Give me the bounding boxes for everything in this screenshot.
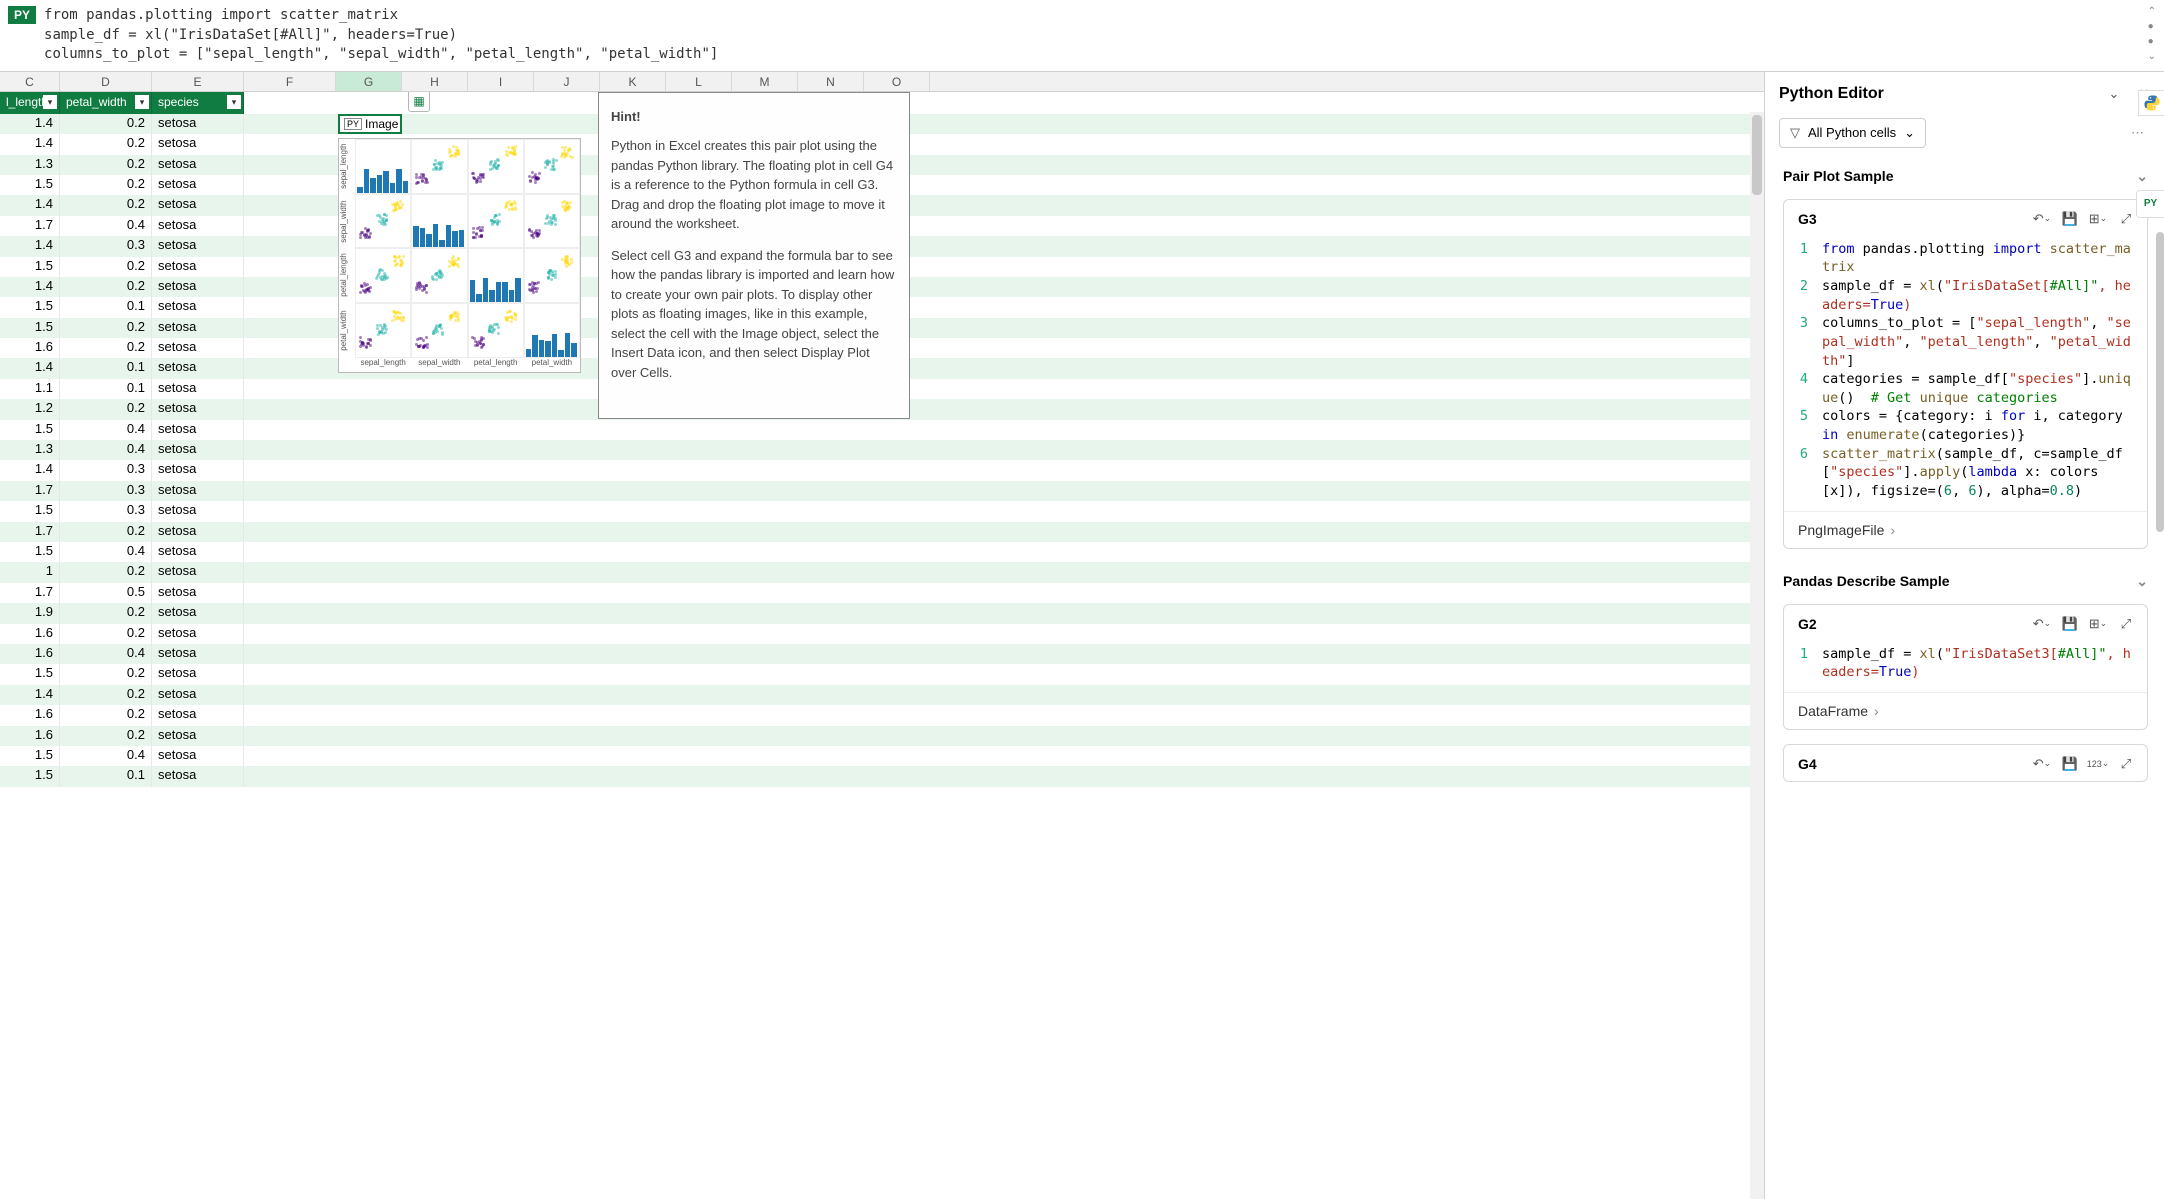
- table-row[interactable]: 1.70.5setosa: [0, 583, 1764, 603]
- expand-icon[interactable]: ⤢: [2115, 613, 2137, 635]
- panel-title: Python Editor: [1779, 85, 2094, 103]
- expand-icon[interactable]: ⤢: [2115, 208, 2137, 230]
- table-row[interactable]: 1.50.3setosa: [0, 501, 1764, 521]
- table-row[interactable]: 1.50.2setosa: [0, 664, 1764, 684]
- table-row[interactable]: 1.50.4setosa: [0, 420, 1764, 440]
- vertical-scrollbar[interactable]: [1750, 112, 1764, 1199]
- hint-box: Hint! Python in Excel creates this pair …: [598, 92, 910, 419]
- column-header-K[interactable]: K: [600, 72, 666, 91]
- python-cell-card: G4 ↶⌄ 💾 123⌄ ⤢: [1783, 744, 2148, 782]
- python-editor-panel: Python Editor ⌄ ✕ PY ▽ All Python cells …: [1764, 72, 2164, 1199]
- save-icon[interactable]: 💾: [2059, 753, 2081, 775]
- python-object-icon: PY: [344, 118, 362, 130]
- cell-filter-dropdown[interactable]: ▽ All Python cells ⌄: [1779, 118, 1926, 148]
- table-header-petal-width[interactable]: petal_width▾: [60, 92, 152, 114]
- panel-scrollbar[interactable]: [2156, 232, 2164, 1189]
- python-logo-tab[interactable]: [2138, 90, 2164, 116]
- formula-bar-expand[interactable]: ⌃●●⌄: [2148, 6, 2156, 65]
- selected-cell-g3[interactable]: PY Image: [338, 114, 402, 134]
- table-row[interactable]: 1.30.4setosa: [0, 440, 1764, 460]
- spreadsheet[interactable]: CDEFGHIJKLMNO l_length▾ petal_width▾ spe…: [0, 72, 1764, 1199]
- table-row[interactable]: 1.70.3setosa: [0, 481, 1764, 501]
- python-badge: PY: [8, 6, 36, 24]
- save-icon[interactable]: 💾: [2059, 613, 2081, 635]
- column-header-E[interactable]: E: [152, 72, 244, 91]
- cell-reference: G2: [1798, 616, 2025, 632]
- table-row[interactable]: 1.50.4setosa: [0, 746, 1764, 766]
- filter-dropdown-icon[interactable]: ▾: [135, 95, 149, 109]
- column-header-H[interactable]: H: [402, 72, 468, 91]
- column-header-N[interactable]: N: [798, 72, 864, 91]
- formula-bar[interactable]: PY from pandas.plotting import scatter_m…: [0, 0, 2164, 72]
- table-row[interactable]: 1.90.2setosa: [0, 603, 1764, 623]
- python-edit-tab[interactable]: PY: [2136, 190, 2164, 218]
- cell-output[interactable]: PngImageFile›: [1784, 511, 2147, 548]
- table-row[interactable]: 1.40.2setosa: [0, 685, 1764, 705]
- chevron-down-icon: ⌄: [2136, 573, 2148, 590]
- table-row[interactable]: 1.70.2setosa: [0, 522, 1764, 542]
- undo-icon[interactable]: ↶⌄: [2031, 613, 2053, 635]
- save-icon[interactable]: 💾: [2059, 208, 2081, 230]
- undo-icon[interactable]: ↶⌄: [2031, 753, 2053, 775]
- undo-icon[interactable]: ↶⌄: [2031, 208, 2053, 230]
- table-row[interactable]: 1.60.2setosa: [0, 624, 1764, 644]
- table-row[interactable]: 1.60.2setosa: [0, 705, 1764, 725]
- column-header-L[interactable]: L: [666, 72, 732, 91]
- filter-icon: ▽: [1790, 125, 1800, 141]
- hint-paragraph-2: Select cell G3 and expand the formula ba…: [611, 246, 897, 383]
- table-row[interactable]: 1.60.4setosa: [0, 644, 1764, 664]
- table-row[interactable]: 1.60.2setosa: [0, 726, 1764, 746]
- column-header-J[interactable]: J: [534, 72, 600, 91]
- table-header-petal-length[interactable]: l_length▾: [0, 92, 60, 114]
- table-row[interactable]: 1.50.1setosa: [0, 766, 1764, 786]
- column-header-M[interactable]: M: [732, 72, 798, 91]
- chevron-right-icon: ›: [1890, 522, 1895, 538]
- column-header-D[interactable]: D: [60, 72, 152, 91]
- output-mode-toggle[interactable]: 123⌄: [2087, 753, 2109, 775]
- column-header-I[interactable]: I: [468, 72, 534, 91]
- section-header[interactable]: Pair Plot Sample⌄: [1777, 158, 2154, 195]
- cell-reference: G4: [1798, 756, 2025, 772]
- pair-plot-image[interactable]: sepal_lengthsepal_widthpetal_lengthpetal…: [338, 138, 581, 373]
- filter-dropdown-icon[interactable]: ▾: [227, 95, 241, 109]
- more-options-icon[interactable]: ⋯: [2123, 121, 2154, 145]
- collapse-icon[interactable]: ⌄: [2104, 84, 2124, 104]
- insert-data-icon[interactable]: ▦: [408, 92, 430, 112]
- output-mode-toggle[interactable]: ⊞⌄: [2087, 208, 2109, 230]
- python-cell-card: G3↶⌄💾⊞⌄⤢1from pandas.plotting import sca…: [1783, 199, 2148, 549]
- table-header-species[interactable]: species▾: [152, 92, 244, 114]
- filter-dropdown-icon[interactable]: ▾: [43, 95, 57, 109]
- chevron-down-icon: ⌄: [2136, 168, 2148, 185]
- cell-output[interactable]: DataFrame›: [1784, 692, 2147, 729]
- column-header-C[interactable]: C: [0, 72, 60, 91]
- output-mode-toggle[interactable]: ⊞⌄: [2087, 613, 2109, 635]
- hint-paragraph-1: Python in Excel creates this pair plot u…: [611, 136, 897, 234]
- python-cell-card: G2↶⌄💾⊞⌄⤢1sample_df = xl("IrisDataSet3[#A…: [1783, 604, 2148, 730]
- chevron-right-icon: ›: [1874, 703, 1879, 719]
- column-headers: CDEFGHIJKLMNO: [0, 72, 1764, 92]
- column-header-O[interactable]: O: [864, 72, 930, 91]
- chevron-down-icon: ⌄: [1904, 125, 1915, 141]
- table-row[interactable]: 10.2setosa: [0, 562, 1764, 582]
- cell-reference: G3: [1798, 211, 2025, 227]
- table-row[interactable]: 1.40.3setosa: [0, 460, 1764, 480]
- column-header-G[interactable]: G: [336, 72, 402, 91]
- table-row[interactable]: 1.50.4setosa: [0, 542, 1764, 562]
- expand-icon[interactable]: ⤢: [2115, 753, 2137, 775]
- formula-text[interactable]: from pandas.plotting import scatter_matr…: [44, 6, 2142, 65]
- hint-title: Hint!: [611, 107, 897, 127]
- column-header-F[interactable]: F: [244, 72, 336, 91]
- section-header[interactable]: Pandas Describe Sample⌄: [1777, 563, 2154, 600]
